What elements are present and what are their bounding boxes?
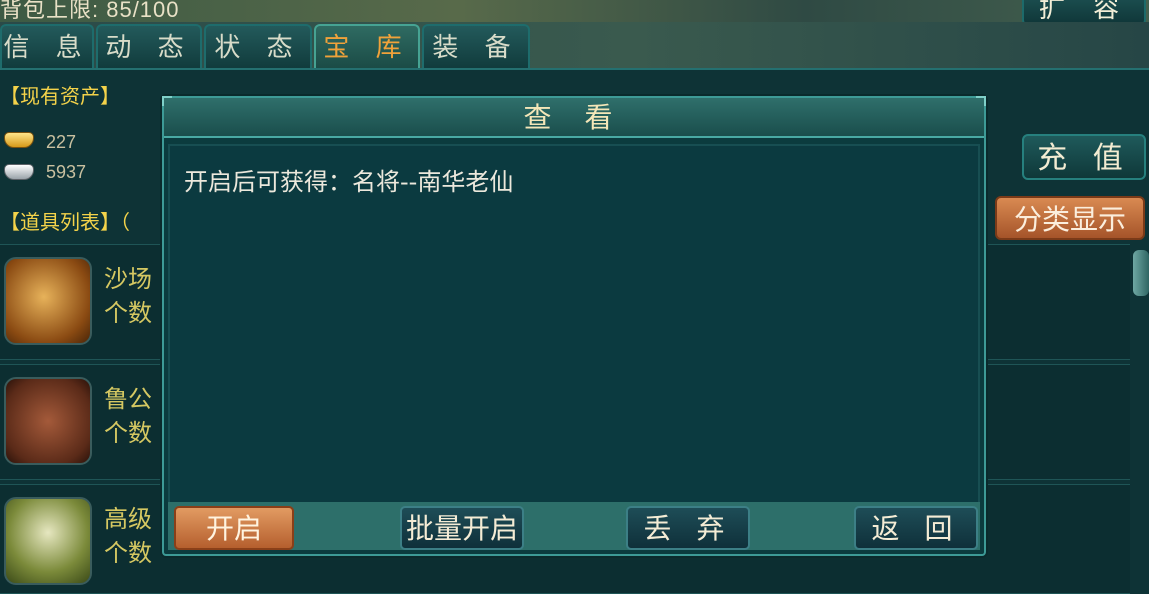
battlefield-icon: [4, 257, 92, 345]
discard-button[interactable]: 丢 弃: [626, 506, 750, 550]
back-button[interactable]: 返 回: [854, 506, 978, 550]
scrollbar-thumb[interactable]: [1133, 250, 1149, 296]
item-name: 沙场: [104, 265, 152, 293]
item-count: 个数: [104, 299, 152, 327]
gold-ingot-icon: [4, 132, 34, 148]
dialog-content: 开启后可获得：名将--南华老仙: [168, 144, 980, 504]
classify-display-button[interactable]: 分类显示: [995, 196, 1145, 240]
tab-status[interactable]: 状 态: [204, 24, 312, 70]
dialog-title: 查 看: [523, 101, 625, 134]
tab-treasury[interactable]: 宝 库: [314, 24, 420, 70]
corner-ornament: [162, 96, 172, 106]
tab-activity[interactable]: 动 态: [96, 24, 202, 70]
recharge-button[interactable]: 充 值: [1022, 134, 1146, 180]
silver-ingot-icon: [4, 164, 34, 180]
dialog-footer: 开启 批量开启 丢 弃 返 回: [168, 502, 980, 550]
bag-limit-text: 背包上限: 85/100: [0, 0, 180, 22]
batch-open-button[interactable]: 批量开启: [400, 506, 524, 550]
view-dialog: 查 看 开启后可获得：名将--南华老仙 开启 批量开启 丢 弃 返 回: [162, 96, 986, 556]
gold-amount: 227: [46, 132, 77, 152]
item-name: 高级: [104, 505, 152, 533]
item-name: 鲁公: [104, 385, 152, 413]
item-count: 个数: [104, 419, 152, 447]
items-heading: 【道具列表】（: [0, 210, 130, 234]
tab-info[interactable]: 信 息: [0, 24, 94, 70]
dialog-message: 开启后可获得：名将--南华老仙: [184, 168, 514, 196]
drum-icon: [4, 497, 92, 585]
open-button[interactable]: 开启: [174, 506, 294, 550]
silver-amount: 5937: [46, 162, 87, 182]
item-count: 个数: [104, 539, 152, 567]
tab-equipment[interactable]: 装 备: [422, 24, 530, 70]
scroll-icon: [4, 377, 92, 465]
assets-heading: 【现有资产】: [0, 84, 120, 108]
corner-ornament: [976, 96, 986, 106]
